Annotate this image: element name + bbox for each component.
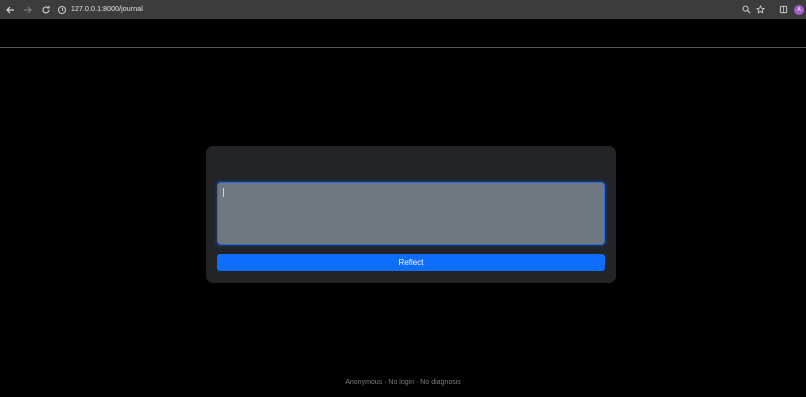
browser-toolbar: 127.0.0.1:8000/journal A — [0, 0, 806, 19]
forward-arrow-icon — [24, 6, 32, 13]
site-info-icon[interactable] — [58, 5, 66, 14]
back-arrow-icon — [6, 6, 14, 13]
reload-icon — [42, 5, 50, 13]
extensions-icon — [779, 5, 787, 14]
back-button[interactable] — [2, 2, 18, 18]
header-divider — [0, 47, 806, 48]
bookmark-star-icon — [755, 5, 765, 14]
reload-button[interactable] — [38, 2, 54, 18]
address-bar[interactable]: 127.0.0.1:8000/journal — [58, 0, 143, 19]
extensions-button[interactable] — [776, 3, 790, 17]
url-text: 127.0.0.1:8000/journal — [71, 6, 143, 13]
forward-button[interactable] — [20, 2, 36, 18]
footer-disclaimer: Anonymous · No login · No diagnosis — [345, 379, 461, 386]
journal-card: Reflect — [206, 146, 616, 283]
zoom-icon — [742, 5, 750, 14]
zoom-button[interactable] — [739, 3, 753, 17]
text-caret — [223, 188, 224, 197]
profile-avatar[interactable]: A — [794, 4, 804, 15]
bookmark-button[interactable] — [753, 3, 767, 17]
reflect-button[interactable]: Reflect — [217, 254, 605, 271]
journal-input[interactable] — [217, 182, 605, 245]
